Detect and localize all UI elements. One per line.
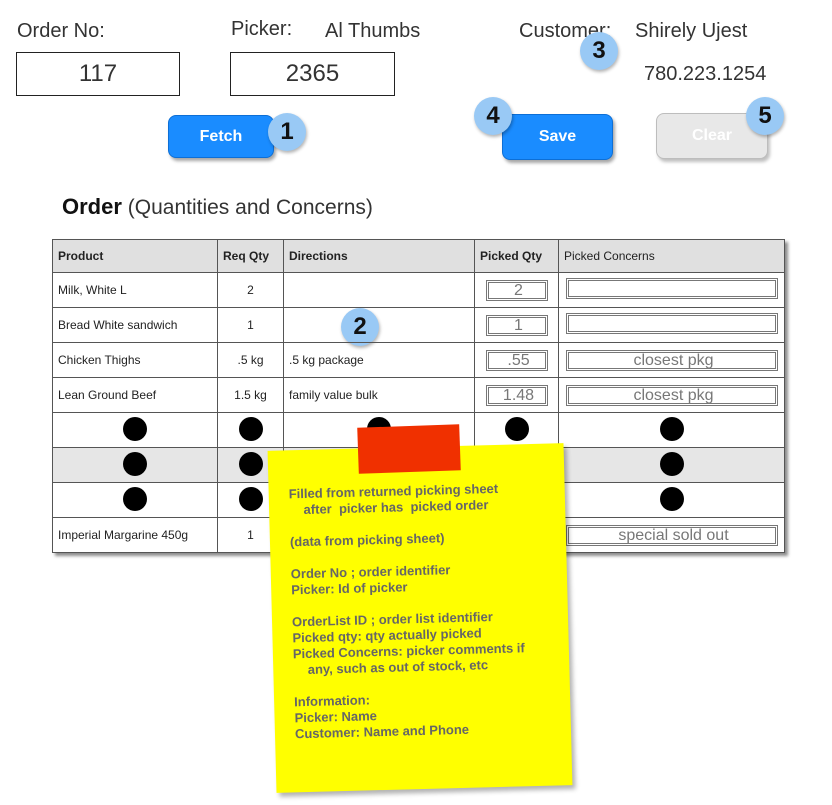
product-cell: Chicken Thighs: [52, 342, 218, 378]
picked-qty-input[interactable]: .55: [485, 349, 548, 371]
picked-concerns-input[interactable]: special sold out: [565, 524, 778, 546]
column-header-directions: Directions: [283, 239, 475, 273]
table-row: Milk, White L 2 2: [52, 272, 785, 308]
ellipsis-dot: [123, 451, 147, 476]
table-row: Chicken Thighs .5 kg .5 kg package .55 c…: [52, 342, 785, 378]
product-cell: Lean Ground Beef: [52, 377, 218, 413]
order-no-label: Order No:: [17, 20, 105, 42]
callout-badge-3: 3: [580, 32, 618, 70]
directions-cell: [283, 272, 475, 308]
ellipsis-dot: [659, 486, 684, 511]
req-qty-cell: 1.5 kg: [217, 377, 284, 413]
sticky-note-text: Filled from returned picking sheet after…: [288, 480, 525, 742]
picked-concerns-input[interactable]: [565, 278, 778, 299]
ellipsis-dot: [238, 486, 263, 511]
sticky-note: Filled from returned picking sheet after…: [267, 443, 573, 793]
product-cell: Imperial Margarine 450g: [52, 517, 218, 553]
callout-badge-4: 4: [474, 97, 512, 135]
directions-cell: family value bulk: [283, 377, 475, 413]
picked-concerns-input[interactable]: closest pkg: [565, 349, 778, 371]
callout-badge-5: 5: [746, 97, 784, 135]
sticky-note-tape: [357, 424, 461, 474]
customer-name: Shirely Ujest: [635, 20, 748, 42]
product-cell: Milk, White L: [52, 272, 218, 308]
product-cell: Bread White sandwich: [52, 307, 218, 343]
picker-id-field[interactable]: 2365: [230, 52, 395, 96]
picked-qty-input[interactable]: 1: [485, 314, 548, 336]
customer-phone: 780.223.1254: [644, 63, 767, 85]
picked-concerns-input[interactable]: closest pkg: [565, 384, 778, 406]
req-qty-cell: 1: [217, 307, 284, 343]
directions-cell: .5 kg package: [283, 342, 475, 378]
table-row: Bread White sandwich 1 1: [52, 307, 785, 343]
picked-qty-input[interactable]: 1.48: [485, 384, 548, 406]
ellipsis-dot: [659, 416, 684, 441]
picked-qty-input[interactable]: 2: [485, 279, 548, 301]
req-qty-cell: .5 kg: [217, 342, 284, 378]
save-button[interactable]: Save: [502, 114, 613, 160]
table-row: Lean Ground Beef 1.5 kg family value bul…: [52, 377, 785, 413]
ellipsis-dot: [504, 416, 529, 441]
fetch-button[interactable]: Fetch: [168, 115, 274, 158]
picker-name: Al Thumbs: [325, 20, 421, 42]
column-header-req-qty: Req Qty: [217, 239, 284, 273]
ellipsis-dot: [123, 416, 147, 441]
column-header-product: Product: [52, 239, 218, 273]
ellipsis-dot: [123, 486, 147, 511]
column-header-picked-concerns: Picked Concerns: [558, 239, 785, 273]
section-title-rest: (Quantities and Concerns): [127, 196, 373, 219]
req-qty-cell: 2: [217, 272, 284, 308]
picker-label: Picker:: [231, 18, 293, 40]
order-no-field[interactable]: 117: [16, 52, 180, 96]
column-header-picked-qty: Picked Qty: [474, 239, 559, 273]
ellipsis-dot: [238, 451, 263, 476]
picked-concerns-input[interactable]: [565, 313, 778, 334]
directions-cell: [283, 307, 475, 343]
section-title: Order (Quantities and Concerns): [62, 194, 373, 220]
callout-badge-1: 1: [268, 113, 306, 151]
ellipsis-dot: [659, 451, 684, 476]
table-header-row: Product Req Qty Directions Picked Qty Pi…: [52, 239, 785, 273]
section-title-bold: Order: [62, 194, 122, 219]
ellipsis-dot: [238, 416, 263, 441]
